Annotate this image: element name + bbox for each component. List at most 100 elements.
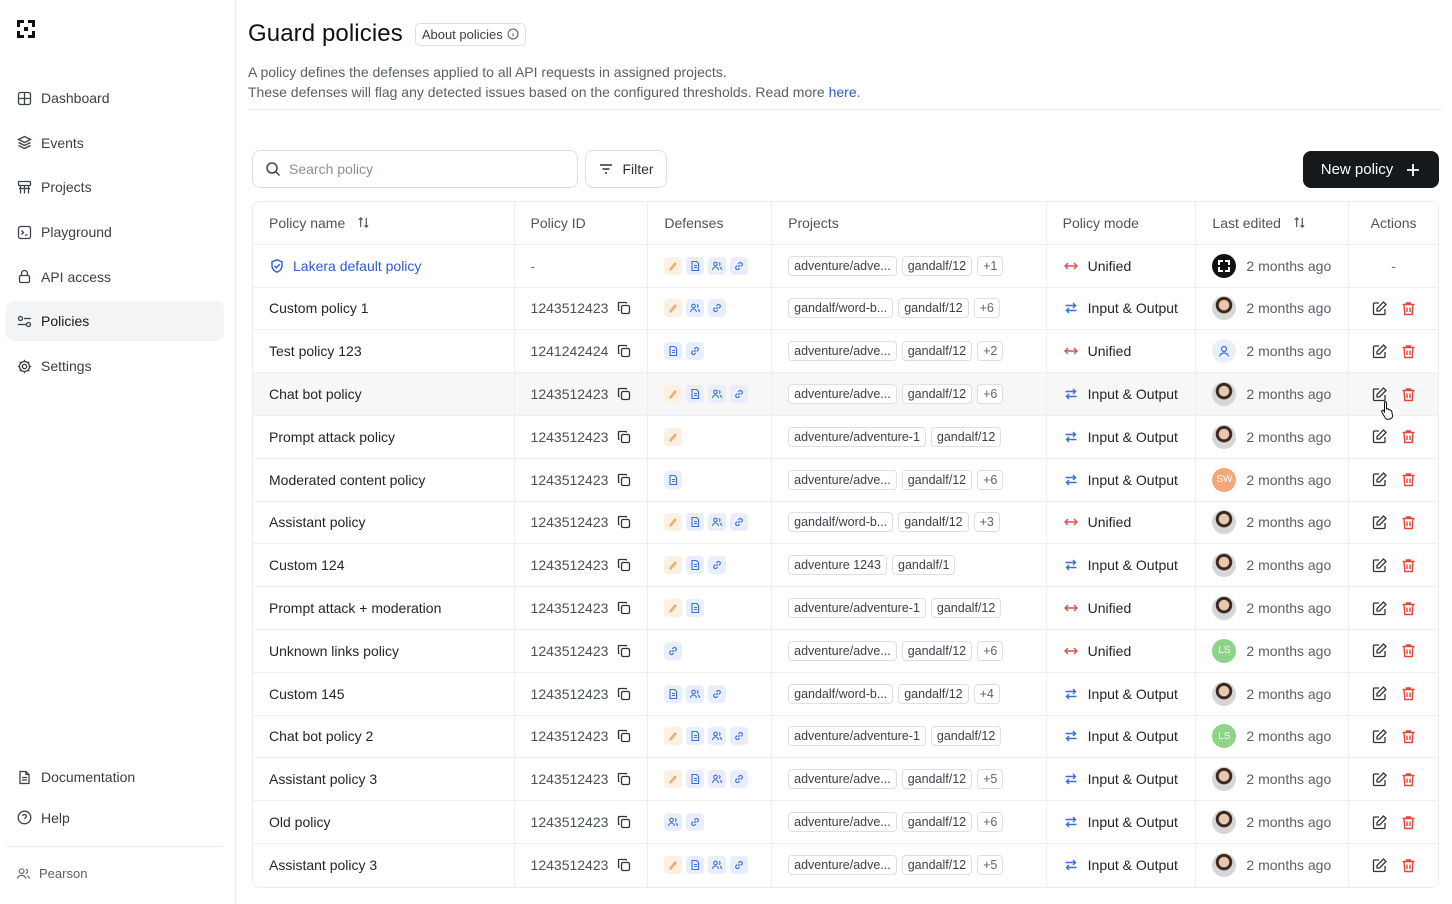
more-projects-badge[interactable]: +6 [977,469,1004,490]
more-projects-badge[interactable]: +6 [977,640,1004,661]
copy-icon[interactable] [617,601,631,615]
project-tag[interactable]: gandalf/12 [901,769,973,790]
delete-icon[interactable] [1400,386,1417,403]
sidebar-item-projects[interactable]: Projects [6,167,224,207]
project-tag[interactable]: gandalf/12 [930,726,1002,747]
sidebar-item-api-access[interactable]: API access [6,257,224,297]
delete-icon[interactable] [1400,728,1417,745]
table-row[interactable]: Custom 124 1243512423 adventure 1243 gandal… [253,544,1438,588]
project-tag[interactable]: adventure/adventure-1 [788,598,926,619]
copy-icon[interactable] [617,387,631,401]
column-header-policy-name[interactable]: Policy name [253,202,515,244]
new-policy-button[interactable]: New policy [1303,151,1439,188]
project-tag[interactable]: adventure/adve... [788,812,897,833]
edit-icon[interactable] [1371,600,1388,617]
project-tag[interactable]: gandalf/12 [901,469,973,490]
more-projects-badge[interactable]: +6 [977,812,1004,833]
read-more-link[interactable]: here [829,84,857,100]
more-projects-badge[interactable]: +5 [977,769,1004,790]
table-row[interactable]: Unknown links policy 1243512423 adventure/… [253,629,1438,673]
project-tag[interactable]: gandalf/12 [901,640,973,661]
copy-icon[interactable] [617,344,631,358]
project-tag[interactable]: gandalf/12 [901,384,973,405]
project-tag[interactable]: adventure/adve... [788,384,897,405]
table-row[interactable]: Prompt attack policy 1243512423 adventure/… [253,415,1438,459]
project-tag[interactable]: gandalf/12 [901,855,973,876]
edit-icon[interactable] [1371,428,1388,445]
table-row[interactable]: Prompt attack + moderation 1243512423 adve… [253,587,1438,630]
delete-icon[interactable] [1400,471,1417,488]
sidebar-item-settings[interactable]: Settings [6,346,224,386]
sidebar-item-dashboard[interactable]: Dashboard [6,78,224,118]
column-header-last-edited[interactable]: Last edited [1196,202,1350,244]
edit-icon[interactable] [1371,557,1388,574]
user-menu[interactable]: Pearson [16,866,87,881]
delete-icon[interactable] [1400,600,1417,617]
sidebar-item-help[interactable]: Help [6,798,224,838]
table-row[interactable]: Assistant policy 3 1243512423 adventure/ad… [253,843,1438,887]
project-tag[interactable]: adventure/adve... [788,640,897,661]
more-projects-badge[interactable]: +3 [973,512,1000,533]
edit-icon[interactable] [1371,471,1388,488]
delete-icon[interactable] [1400,771,1417,788]
copy-icon[interactable] [617,558,631,572]
copy-icon[interactable] [617,301,631,315]
policy-name-link[interactable]: Lakera default policy [269,258,421,274]
delete-icon[interactable] [1400,814,1417,831]
lakera-logo[interactable] [15,18,37,40]
project-tag[interactable]: adventure/adve... [788,855,897,876]
more-projects-badge[interactable]: +2 [977,341,1004,362]
about-policies-button[interactable]: About policies [414,22,526,46]
copy-icon[interactable] [617,772,631,786]
search-input[interactable] [289,161,559,177]
sort-icon[interactable] [357,216,370,229]
more-projects-badge[interactable]: +6 [977,384,1004,405]
delete-icon[interactable] [1400,300,1417,317]
project-tag[interactable]: gandalf/12 [901,341,973,362]
sidebar-item-playground[interactable]: Playground [6,212,224,252]
edit-icon[interactable] [1371,814,1388,831]
more-projects-badge[interactable]: +5 [977,855,1004,876]
project-tag[interactable]: gandalf/1 [892,555,956,576]
edit-icon[interactable] [1371,642,1388,659]
copy-icon[interactable] [617,430,631,444]
copy-icon[interactable] [617,473,631,487]
search-box[interactable] [252,150,578,188]
delete-icon[interactable] [1400,642,1417,659]
edit-icon[interactable] [1371,771,1388,788]
project-tag[interactable]: gandalf/12 [898,512,969,533]
filter-button[interactable]: Filter [585,150,667,188]
project-tag[interactable]: gandalf/12 [898,298,969,319]
more-projects-badge[interactable]: +6 [973,298,1000,319]
project-tag[interactable]: gandalf/word-b... [788,683,894,704]
sort-icon[interactable] [1293,216,1306,229]
copy-icon[interactable] [617,815,631,829]
project-tag[interactable]: gandalf/12 [901,255,973,276]
delete-icon[interactable] [1400,685,1417,702]
copy-icon[interactable] [617,729,631,743]
project-tag[interactable]: adventure/adventure-1 [788,726,926,747]
table-row[interactable]: Chat bot policy 2 1243512423 adventure/adv… [253,715,1438,759]
delete-icon[interactable] [1400,557,1417,574]
edit-icon[interactable] [1371,300,1388,317]
table-row[interactable]: Custom policy 1 1243512423 gandalf/word-b.… [253,287,1438,331]
project-tag[interactable]: adventure/adventure-1 [788,426,926,447]
project-tag[interactable]: adventure/adve... [788,469,897,490]
sidebar-item-events[interactable]: Events [6,123,224,163]
project-tag[interactable]: gandalf/word-b... [788,298,894,319]
edit-icon[interactable] [1371,514,1388,531]
edit-icon[interactable] [1371,857,1388,874]
table-row[interactable]: Custom 145 1243512423 gandalf/word-b... gan… [253,672,1438,716]
copy-icon[interactable] [617,687,631,701]
delete-icon[interactable] [1400,857,1417,874]
project-tag[interactable]: adventure/adve... [788,769,897,790]
edit-icon[interactable] [1371,343,1388,360]
table-row[interactable]: Old policy 1243512423 adventure/adve... gan… [253,801,1438,844]
copy-icon[interactable] [617,515,631,529]
table-row[interactable]: Chat bot policy 1243512423 adventure/adve.… [253,373,1438,416]
project-tag[interactable]: gandalf/12 [901,812,973,833]
delete-icon[interactable] [1400,514,1417,531]
edit-icon[interactable] [1371,728,1388,745]
copy-icon[interactable] [617,858,631,872]
copy-icon[interactable] [617,644,631,658]
